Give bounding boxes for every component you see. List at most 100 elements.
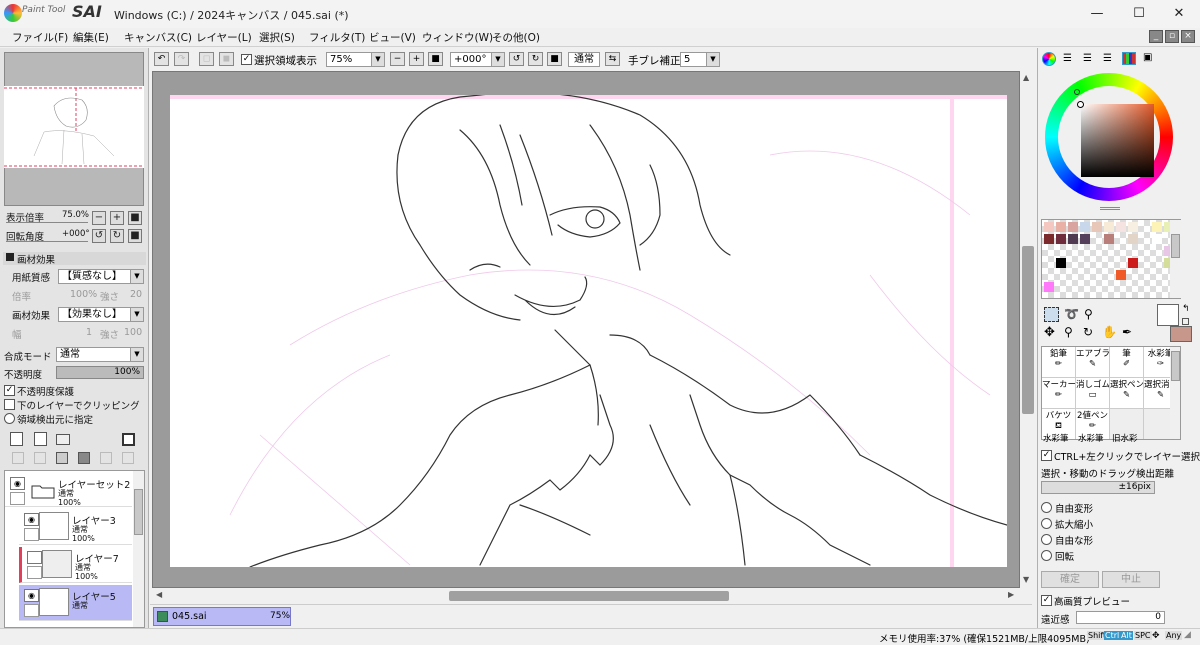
menu-layer[interactable]: レイヤー(L) [196,30,252,45]
swatch[interactable] [1152,234,1162,244]
layer-row-5[interactable]: ◉ レイヤー5 通常 [19,585,132,621]
swatch[interactable] [1044,282,1054,292]
swatch[interactable] [1128,234,1138,244]
swatch[interactable] [1128,222,1138,232]
swatch[interactable] [1104,234,1114,244]
swatch[interactable] [1128,258,1138,268]
toolbar-zoom-out-icon[interactable]: − [390,52,405,66]
protect-opacity-checkbox[interactable]: ✓ [4,385,15,396]
merge-visible-icon[interactable] [100,452,112,464]
tool-scroll-thumb[interactable] [1171,351,1180,381]
undo-icon[interactable]: ↶ [154,52,169,66]
angle-select[interactable]: +000° ▼ [450,52,505,67]
canvas-vscrollbar[interactable]: ▲ ▼ [1020,71,1036,588]
scroll-left-icon[interactable]: ◀ [156,590,162,599]
tool-select-pen[interactable]: 選択ペン ✎ [1110,378,1144,409]
swatch[interactable] [1056,234,1066,244]
hsv-slider-tab-icon[interactable]: ☰ [1083,53,1092,64]
mdi-minimize-button[interactable]: _ [1149,30,1163,43]
hand-tool-icon[interactable]: ✋ [1102,325,1117,339]
menu-canvas[interactable]: キャンバス(C) [124,30,192,45]
layer-scroll-thumb[interactable] [134,489,143,535]
menu-view[interactable]: ビュー(V) [369,30,416,45]
layer-row-7[interactable]: レイヤー7 通常 100% [19,547,132,583]
tool-marker[interactable]: マーカー ✏ [1042,378,1076,409]
eyedropper-icon[interactable]: ✒ [1122,325,1132,339]
transform-scale-radio[interactable] [1041,518,1052,529]
tool-airbrush[interactable]: エアブラシ✎ [1076,347,1110,378]
tool-label-old-watercolor[interactable]: 旧水彩 [1112,432,1138,444]
canvas-hscroll-thumb[interactable] [449,591,729,601]
tool-pencil[interactable]: 鉛筆 ✏ [1042,347,1076,378]
canvas-hscrollbar[interactable]: ◀ ▶ [152,588,1020,604]
scroll-down-icon[interactable]: ▼ [1023,575,1029,584]
paper-effects-header[interactable]: 画材効果 [3,252,146,266]
material-effect-select[interactable]: 【効果なし】 ▼ [58,307,144,322]
new-folder-icon[interactable] [56,434,70,445]
swatch[interactable] [1044,222,1054,232]
merge-down-icon[interactable] [34,452,46,464]
menu-edit[interactable]: 編集(E) [73,30,109,45]
clipping-checkbox[interactable] [4,399,15,410]
swatch[interactable] [1068,234,1078,244]
perspective-slider[interactable]: 0 [1076,611,1165,624]
rotate-tool-icon[interactable]: ↻ [1083,325,1093,339]
tool-label-watercolor-2[interactable]: 水彩筆 [1043,432,1069,444]
color-wheel-tab-icon[interactable] [1042,52,1056,66]
zoom-in-button[interactable]: + [110,211,124,225]
zoom-tool-icon[interactable]: ⚲ [1064,325,1073,339]
zoom-slider[interactable] [6,222,88,223]
lock-box[interactable] [24,528,39,541]
drag-distance-slider[interactable]: ±16pix [1041,481,1155,494]
tool-label-watercolor-3[interactable]: 水彩筆 [1078,432,1104,444]
toolbar-zoom-in-icon[interactable]: + [409,52,424,66]
close-button[interactable]: ✕ [1156,0,1200,28]
swatch[interactable] [1056,258,1066,268]
minimize-button[interactable]: — [1074,0,1120,28]
tool-palette[interactable]: 鉛筆✏ エアブラシ✎ 筆✐ 水彩筆✑ マーカー✏ 消しゴム▭ 選択ペン✎ 選択消… [1041,346,1181,440]
opacity-slider[interactable]: 100% [56,366,144,379]
confirm-button[interactable]: 確定 [1041,571,1099,588]
blend-mode-select[interactable]: 通常 ▼ [56,347,144,362]
toolbar-rotate-right-icon[interactable]: ↻ [528,52,543,66]
swatch-palette[interactable] [1041,219,1181,299]
tool-scrollbar[interactable] [1170,347,1180,439]
lock-box[interactable] [27,566,42,579]
show-selection-checkbox[interactable]: ✓ [241,54,252,65]
menu-file[interactable]: ファイル(F) [12,30,68,45]
scroll-up-icon[interactable]: ▲ [1023,73,1029,82]
tool-brush[interactable]: 筆 ✐ [1110,347,1144,378]
move-tool-icon[interactable]: ✥ [1044,325,1055,340]
canvas-vscroll-thumb[interactable] [1022,246,1034,414]
rotate-left-button[interactable]: ↺ [92,229,106,243]
transform-rotate-radio[interactable] [1041,550,1052,561]
transform-free-radio[interactable] [1041,502,1052,513]
toolbar-rotate-left-icon[interactable]: ↺ [509,52,524,66]
ctrl-click-layer-checkbox[interactable]: ✓ [1041,450,1052,461]
navigator-preview[interactable] [4,86,144,168]
cancel-button[interactable]: 中止 [1102,571,1160,588]
mdi-close-button[interactable]: × [1181,30,1195,43]
transparent-color-icon[interactable] [1182,318,1189,325]
magic-wand-icon[interactable]: ⚲ [1084,307,1093,321]
eye-hidden-box[interactable] [27,551,42,564]
eye-icon[interactable]: ◉ [24,513,39,526]
layer-scrollbar[interactable] [133,471,144,627]
layer-row-set2[interactable]: ◉ レイヤーセット2 通常 100% [5,473,132,507]
toolbar-zoom-reset-icon[interactable]: ■ [428,52,443,66]
lasso-icon[interactable]: ➰ [1064,307,1079,321]
rect-select-icon[interactable] [1044,307,1059,322]
hq-preview-checkbox[interactable]: ✓ [1041,595,1052,606]
tool-eraser[interactable]: 消しゴム ▭ [1076,378,1110,409]
rgb-slider-tab-icon[interactable]: ☰ [1063,53,1072,64]
secondary-color-swatch[interactable] [1170,326,1192,342]
swatch-scrollbar[interactable] [1170,220,1181,298]
mdi-restore-button[interactable]: ▫ [1165,30,1179,43]
swatch[interactable] [1116,222,1126,232]
hue-cursor[interactable] [1074,89,1080,95]
zoom-reset-button[interactable]: ■ [128,211,142,225]
swatch[interactable] [1080,222,1090,232]
invert-selection-icon[interactable]: ◼ [219,52,234,66]
stabilizer-select[interactable]: 5 ▼ [680,52,720,67]
document-tab[interactable]: 045.sai 75% [153,607,291,626]
